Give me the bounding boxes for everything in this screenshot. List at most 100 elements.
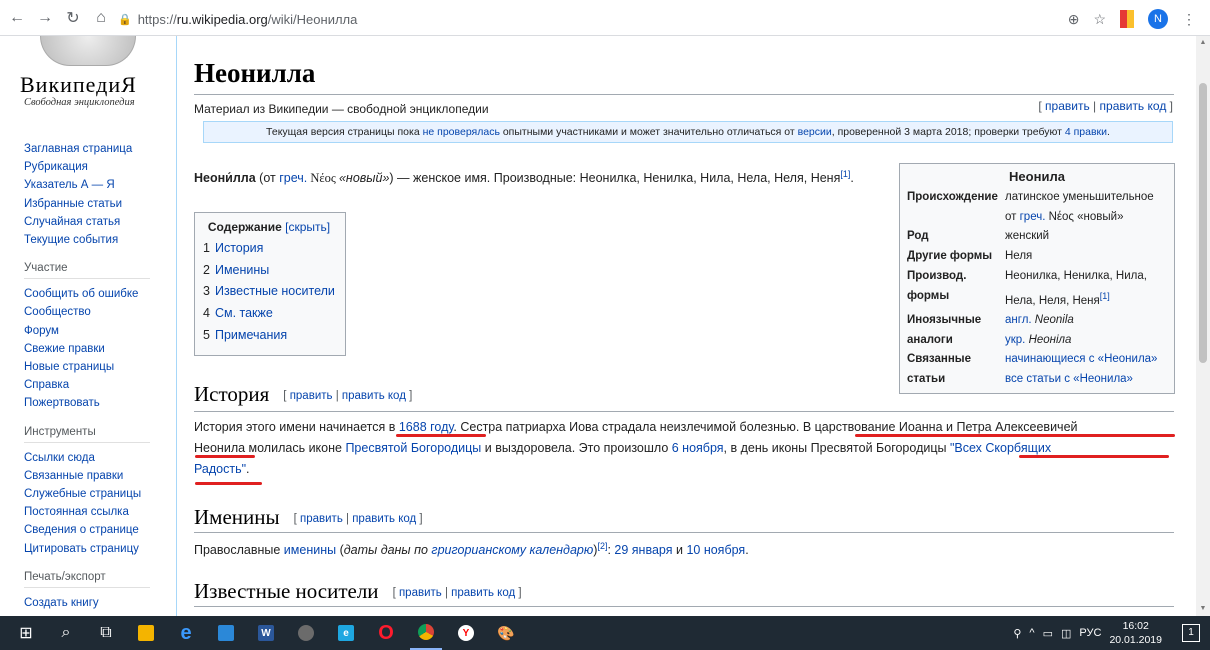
extension-icon[interactable] bbox=[1120, 10, 1134, 28]
file-explorer-icon[interactable] bbox=[130, 616, 162, 650]
related-link[interactable]: начинающиеся с «Неонила» bbox=[1005, 353, 1157, 365]
theotokos-link[interactable]: Пресвятой Богородицы bbox=[345, 441, 481, 455]
sidebar-section-participation[interactable]: Участие bbox=[24, 262, 150, 280]
store-icon[interactable] bbox=[210, 616, 242, 650]
reference-1[interactable]: [1] bbox=[1100, 291, 1110, 301]
scroll-down-icon[interactable]: ▼ bbox=[1196, 602, 1210, 616]
year-1688-link[interactable]: 1688 году bbox=[399, 420, 454, 434]
related-link[interactable]: все статьи с «Неонила» bbox=[1005, 373, 1133, 385]
ie-icon[interactable]: e bbox=[330, 616, 362, 650]
sidebar-link[interactable]: Случайная статья bbox=[24, 213, 150, 231]
sidebar-link[interactable]: Пожертвовать bbox=[24, 394, 150, 412]
jan-29-link[interactable]: 29 января bbox=[614, 543, 672, 557]
edit-link[interactable]: править bbox=[300, 513, 343, 525]
site-tagline: Материал из Википедии — свободной энцикл… bbox=[194, 102, 489, 116]
address-bar[interactable]: 🔒 https://ru.wikipedia.org/wiki/Неонилла bbox=[118, 6, 1194, 32]
page-edit-links: [ править | править код ] bbox=[1038, 99, 1173, 113]
toc-link-bearers[interactable]: Известные носители bbox=[215, 284, 335, 298]
sidebar-link[interactable]: Заглавная страница bbox=[24, 140, 150, 158]
task-view-icon[interactable]: ⧉ bbox=[90, 616, 122, 650]
edit-source-link[interactable]: править код bbox=[1100, 99, 1167, 113]
clock[interactable]: 16:02 20.01.2019 bbox=[1109, 619, 1162, 647]
toc-link-see-also[interactable]: См. также bbox=[215, 306, 273, 320]
edit-link[interactable]: править bbox=[399, 587, 442, 599]
profile-avatar[interactable]: N bbox=[1148, 9, 1168, 29]
infobox-greek-link[interactable]: греч. bbox=[1020, 211, 1046, 223]
forward-arrow-icon[interactable]: → bbox=[34, 7, 56, 29]
page-scrollbar[interactable]: ▲ ▼ bbox=[1196, 36, 1210, 616]
sidebar-link[interactable]: Сообщество bbox=[24, 303, 150, 321]
language-indicator[interactable]: РУС bbox=[1079, 627, 1101, 639]
sidebar-link[interactable]: Текущие события bbox=[24, 231, 150, 249]
nov-6-link[interactable]: 6 ноября bbox=[672, 441, 724, 455]
english-link[interactable]: англ. bbox=[1005, 314, 1032, 326]
sidebar-link[interactable]: Служебные страницы bbox=[24, 485, 150, 503]
sidebar-link[interactable]: Справка bbox=[24, 376, 150, 394]
sidebar-link[interactable]: Свежие правки bbox=[24, 340, 150, 358]
sidebar-link[interactable]: Постоянная ссылка bbox=[24, 503, 150, 521]
word-icon[interactable]: W bbox=[250, 616, 282, 650]
sidebar-link[interactable]: Избранные статьи bbox=[24, 195, 150, 213]
sidebar-link[interactable]: Сообщить об ошибке bbox=[24, 285, 150, 303]
sidebar-link[interactable]: Указатель А — Я bbox=[24, 176, 150, 194]
tray-expand-icon[interactable]: ^ bbox=[1029, 627, 1034, 639]
greek-link[interactable]: греч. bbox=[279, 171, 307, 185]
section-divider bbox=[194, 606, 1174, 607]
edit-source-link[interactable]: править код bbox=[342, 390, 406, 402]
wikipedia-globe-logo-icon[interactable] bbox=[40, 36, 136, 66]
sidebar-section-tools[interactable]: Инструменты bbox=[24, 426, 150, 443]
toc-link-notes[interactable]: Примечания bbox=[215, 328, 287, 342]
sidebar-link[interactable]: Ссылки сюда bbox=[24, 449, 150, 467]
sidebar-link[interactable]: Новые страницы bbox=[24, 358, 150, 376]
back-arrow-icon[interactable]: ← bbox=[6, 7, 28, 29]
joy-of-all-link[interactable]: Радость" bbox=[194, 462, 246, 476]
reference-2[interactable]: [2] bbox=[597, 541, 607, 551]
media-icon[interactable] bbox=[290, 616, 322, 650]
edit-link[interactable]: править bbox=[1045, 99, 1090, 113]
annotation-underline bbox=[1019, 455, 1169, 458]
yandex-icon[interactable]: Y bbox=[450, 616, 482, 650]
sidebar-section-print[interactable]: Печать/экспорт bbox=[24, 571, 150, 588]
volume-icon[interactable]: ◫ bbox=[1061, 627, 1071, 640]
version-link[interactable]: версии bbox=[798, 126, 832, 138]
toc-link-history[interactable]: История bbox=[215, 241, 263, 255]
sidebar-link[interactable]: Сведения о странице bbox=[24, 521, 150, 539]
logo-wordmark[interactable]: ВикипедиЯ bbox=[20, 72, 137, 98]
sidebar-link[interactable]: Создать книгу bbox=[24, 594, 150, 612]
people-icon[interactable]: ⚲ bbox=[1013, 627, 1021, 640]
scroll-thumb[interactable] bbox=[1199, 83, 1207, 363]
joy-of-all-link[interactable]: "Всех Скорбящих bbox=[950, 441, 1051, 455]
sidebar-link[interactable]: Связанные правки bbox=[24, 467, 150, 485]
chrome-icon[interactable] bbox=[410, 616, 442, 650]
pending-edits-link[interactable]: 4 правки bbox=[1065, 126, 1107, 138]
edge-icon[interactable]: e bbox=[170, 616, 202, 650]
reference-1[interactable]: [1] bbox=[840, 169, 850, 179]
nov-10-link[interactable]: 10 ноября bbox=[686, 543, 745, 557]
edit-source-link[interactable]: править код bbox=[451, 587, 515, 599]
zoom-icon[interactable]: ⊕ bbox=[1068, 11, 1080, 28]
namedays-link[interactable]: именины bbox=[284, 543, 336, 557]
edit-source-link[interactable]: править код bbox=[352, 513, 416, 525]
search-icon[interactable]: ⌕ bbox=[50, 616, 82, 650]
annotation-underline bbox=[855, 434, 1175, 437]
sidebar-link[interactable]: Цитировать страницу bbox=[24, 540, 150, 558]
paint-icon[interactable]: 🎨 bbox=[490, 616, 522, 650]
toc-link-namedays[interactable]: Именины bbox=[215, 263, 269, 277]
network-icon[interactable]: ▭ bbox=[1043, 627, 1053, 640]
notification-center-icon[interactable]: 1 bbox=[1182, 624, 1200, 642]
sidebar-link[interactable]: Форум bbox=[24, 322, 150, 340]
windows-start-icon[interactable]: ⊞ bbox=[10, 616, 42, 650]
home-icon[interactable]: ⌂ bbox=[90, 7, 112, 29]
sidebar-link[interactable]: Рубрикация bbox=[24, 158, 150, 176]
bookmark-star-icon[interactable]: ☆ bbox=[1093, 11, 1106, 28]
scroll-up-icon[interactable]: ▲ bbox=[1196, 36, 1210, 50]
menu-kebab-icon[interactable]: ⋮ bbox=[1182, 11, 1196, 28]
reload-icon[interactable]: ↻ bbox=[62, 7, 84, 29]
not-reviewed-link[interactable]: не проверялась bbox=[423, 126, 500, 138]
ukrainian-link[interactable]: укр. bbox=[1005, 334, 1025, 346]
opera-icon[interactable]: O bbox=[370, 616, 402, 650]
article-content: Неонилла Материал из Википедии — свободн… bbox=[176, 36, 1196, 616]
toc-hide-toggle[interactable]: [скрыть] bbox=[285, 220, 330, 234]
gregorian-calendar-link[interactable]: григорианскому календарю bbox=[431, 543, 593, 557]
edit-link[interactable]: править bbox=[290, 390, 333, 402]
